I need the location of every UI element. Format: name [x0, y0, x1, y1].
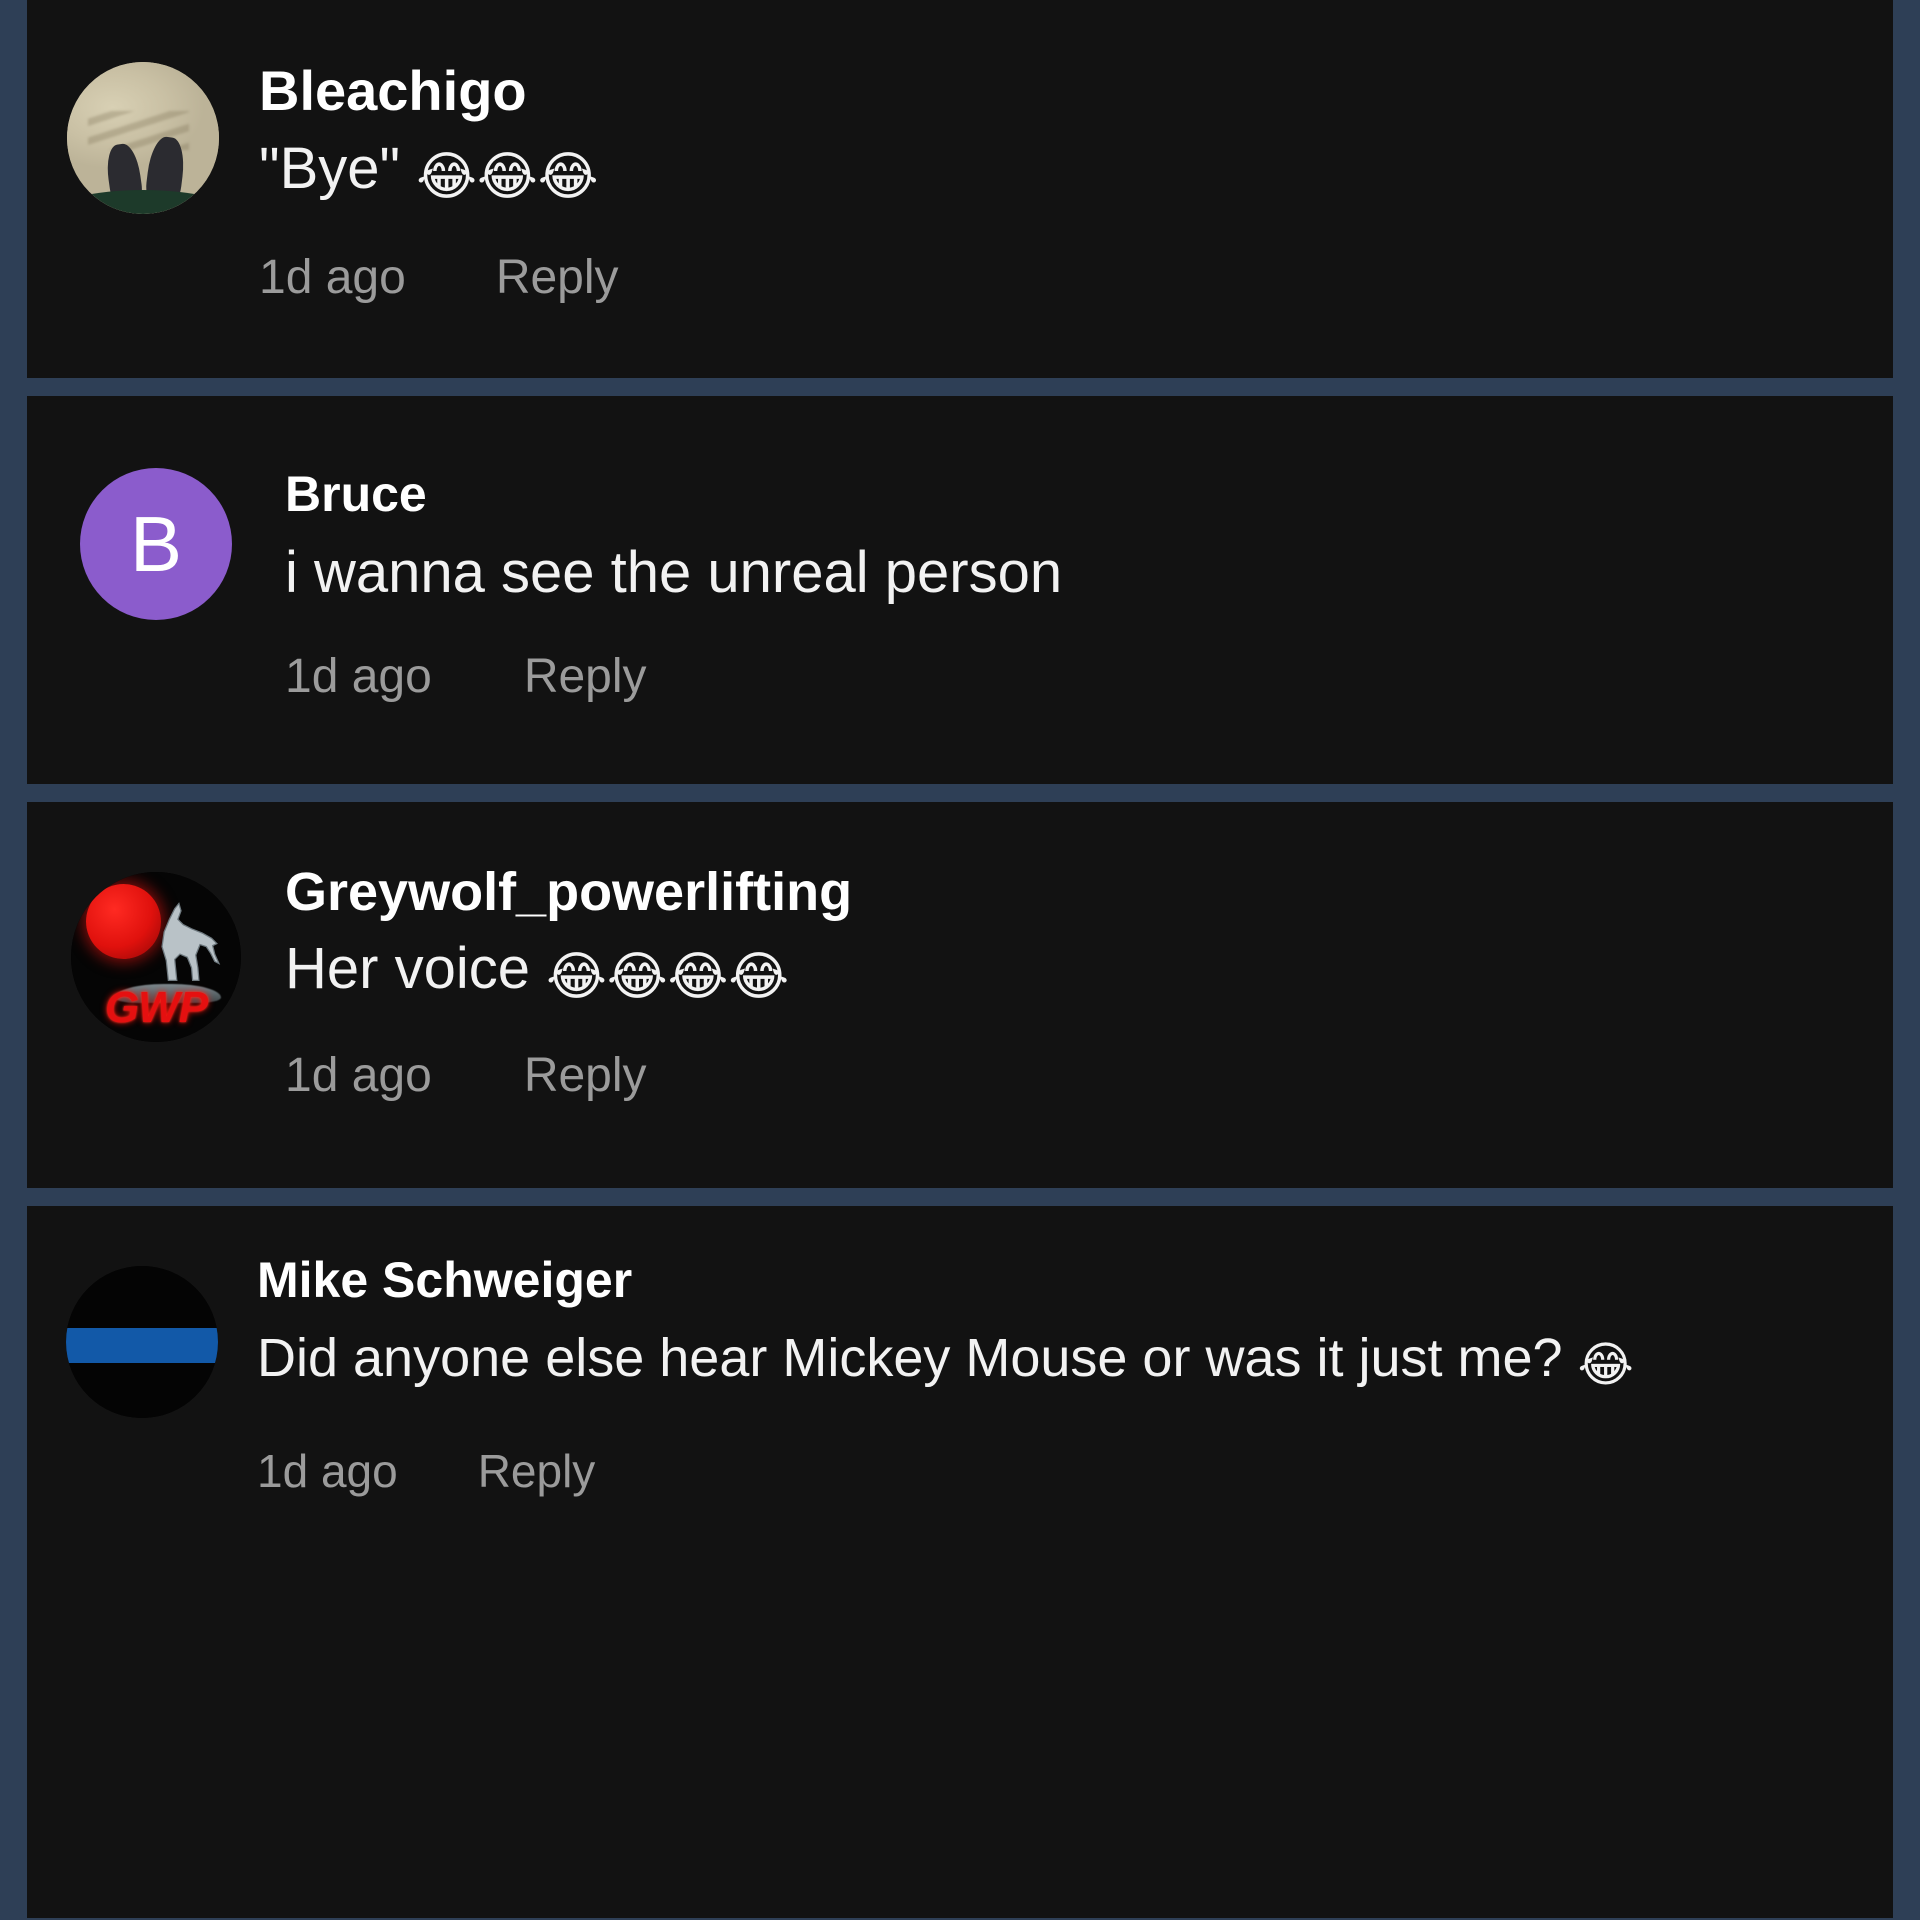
comment-card[interactable]: Mike Schweiger Did anyone else hear Mick…	[27, 1206, 1893, 1918]
avatar-thin-blue-line-flag-icon	[66, 1266, 218, 1418]
avatar[interactable]	[66, 1266, 218, 1418]
comment-message-text: i wanna see the unreal person	[285, 539, 1063, 605]
comment-footer: 1d ago Reply	[259, 250, 1853, 305]
gwp-logo-text: GWP	[104, 983, 208, 1033]
avatar-column	[27, 62, 259, 214]
comment-timestamp: 1d ago	[285, 1049, 432, 1103]
avatar-photo-ground-shoes-icon	[67, 62, 219, 214]
comment-message: Did anyone else hear Mickey Mouse or was…	[257, 1323, 1853, 1398]
avatar[interactable]: GWP	[71, 872, 241, 1042]
comment-footer: 1d ago Reply	[285, 649, 1853, 704]
joy-emoji-group: 😂😂😂😂	[546, 946, 790, 1007]
comment-footer: 1d ago Reply	[257, 1444, 1853, 1498]
comment-message-text: Did anyone else hear Mickey Mouse or was…	[257, 1327, 1578, 1388]
comment-body: Mike Schweiger Did anyone else hear Mick…	[257, 1254, 1893, 1498]
comment-author[interactable]: Greywolf_powerlifting	[285, 864, 1853, 921]
comment-body: Bruce i wanna see the unreal person 1d a…	[285, 468, 1893, 704]
comment-list: Bleachigo "Bye" 😂😂😂 1d ago Reply B Bruce…	[0, 0, 1920, 1920]
comment-timestamp: 1d ago	[257, 1444, 398, 1497]
joy-emoji-group: 😂	[1577, 1337, 1634, 1394]
reply-button[interactable]: Reply	[524, 1048, 647, 1103]
comment-message: i wanna see the unreal person	[285, 539, 1853, 607]
comment-card[interactable]: GWP Greywolf_powerlifting Her voice 😂😂😂😂…	[27, 802, 1893, 1188]
comment-card[interactable]: Bleachigo "Bye" 😂😂😂 1d ago Reply	[27, 0, 1893, 378]
comment-author[interactable]: Bleachigo	[259, 61, 1853, 121]
reply-button[interactable]: Reply	[478, 1444, 596, 1498]
avatar-initial-b-icon: B	[129, 499, 183, 588]
joy-emoji-group: 😂😂😂	[416, 147, 599, 208]
blue-stripe-icon	[66, 1328, 218, 1364]
reply-button[interactable]: Reply	[524, 649, 647, 704]
comment-author[interactable]: Mike Schweiger	[257, 1254, 1853, 1307]
comment-timestamp: 1d ago	[285, 649, 432, 703]
comment-footer: 1d ago Reply	[285, 1048, 1853, 1103]
avatar[interactable]: B	[80, 468, 232, 620]
comment-message: "Bye" 😂😂😂	[259, 135, 1853, 209]
avatar-column: GWP	[27, 864, 285, 1042]
avatar-column: B	[27, 468, 285, 620]
reply-button[interactable]: Reply	[496, 250, 619, 305]
comment-message-text: Her voice	[285, 935, 547, 1001]
comment-message: Her voice 😂😂😂😂	[285, 935, 1853, 1009]
comment-card[interactable]: B Bruce i wanna see the unreal person 1d…	[27, 396, 1893, 784]
comment-timestamp: 1d ago	[259, 251, 406, 305]
avatar[interactable]	[67, 62, 219, 214]
avatar-column	[27, 1254, 257, 1418]
comment-message-text: "Bye"	[259, 135, 417, 201]
comment-body: Greywolf_powerlifting Her voice 😂😂😂😂 1d …	[285, 864, 1893, 1103]
avatar-gwp-wolf-logo-icon: GWP	[71, 872, 241, 1042]
comment-author[interactable]: Bruce	[285, 468, 1853, 521]
comment-body: Bleachigo "Bye" 😂😂😂 1d ago Reply	[259, 61, 1893, 305]
